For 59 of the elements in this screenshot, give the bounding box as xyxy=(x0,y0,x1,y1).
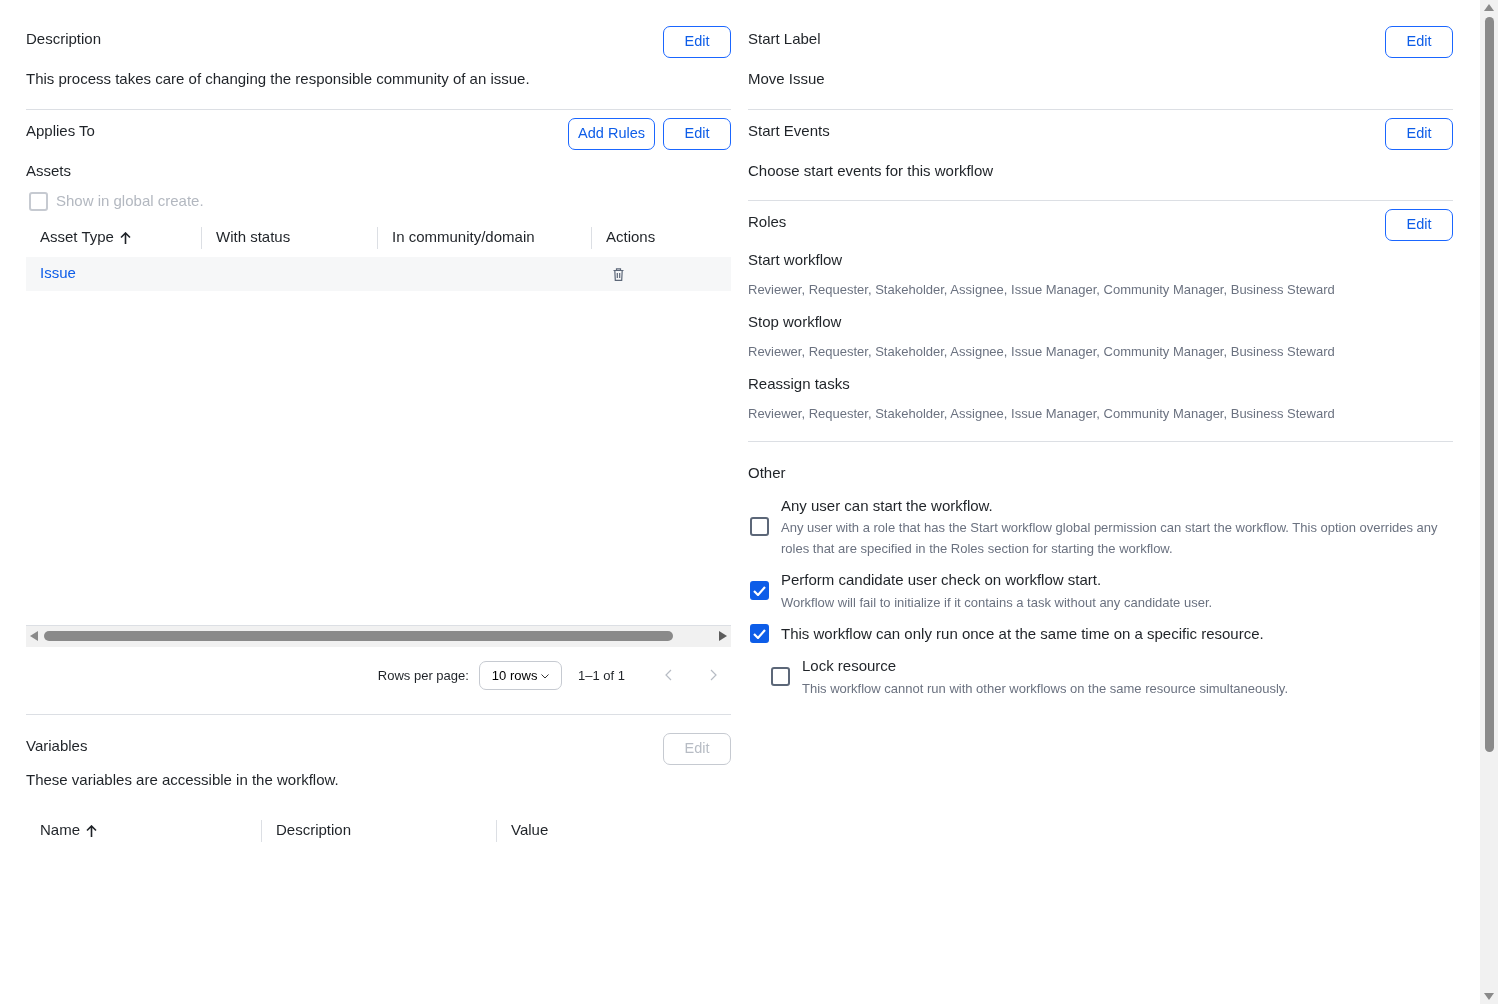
option-label: Lock resource xyxy=(802,656,898,676)
column-header[interactable]: With status xyxy=(216,226,291,249)
add-rules-button[interactable]: Add Rules xyxy=(568,117,655,150)
checkbox-label: Show in global create. xyxy=(56,191,204,211)
role-group-title: Reassign tasks xyxy=(748,374,851,394)
column-header[interactable]: Actions xyxy=(606,226,656,249)
scrollbar-thumb[interactable] xyxy=(44,631,673,641)
start-label-text: Move Issue xyxy=(748,69,826,89)
variables-text: These variables are accessible in the workflow. xyxy=(26,770,340,790)
rows-per-page-label: Rows per page: xyxy=(377,666,469,685)
section-title: Other xyxy=(748,463,786,483)
chevron-down-icon xyxy=(541,673,549,679)
scroll-right-icon[interactable] xyxy=(719,631,727,641)
section-title: Description xyxy=(26,29,102,49)
option-help: Workflow will fail to initialize if it contains a task without any candidate user. xyxy=(781,593,1213,612)
edit-button[interactable]: Edit xyxy=(663,26,731,58)
section-title: Variables xyxy=(26,736,88,756)
edit-button[interactable]: Edit xyxy=(1385,209,1453,241)
scroll-up-icon[interactable] xyxy=(1484,4,1494,11)
edit-button[interactable]: Edit xyxy=(1385,26,1453,58)
page-scrollbar[interactable] xyxy=(1480,0,1498,1004)
edit-button[interactable]: Edit xyxy=(1385,117,1453,150)
edit-button[interactable]: Edit xyxy=(663,117,731,150)
role-list: Reviewer, Requester, Stakeholder, Assignee, Issue Manager, Community Manager, Business Steward xyxy=(748,279,1453,299)
option-label: This workflow can only run once at the same time on a specific resource. xyxy=(781,623,1264,644)
checkbox[interactable] xyxy=(750,581,769,601)
column-header[interactable]: Description xyxy=(276,819,352,842)
rows-per-page-select[interactable]: 10 rows xyxy=(478,660,562,690)
horizontal-scrollbar[interactable] xyxy=(26,624,731,647)
role-list: Reviewer, Requester, Stakeholder, Assignee, Issue Manager, Community Manager, Business Steward xyxy=(748,341,1453,361)
option-help: Any user with a role that has the Start workflow global permission can start the workflow. This option overrides any roles that are specified in the Roles section for starting the workflow. xyxy=(781,519,1439,558)
option-label: Any user can start the workflow. xyxy=(781,495,994,516)
role-group-title: Start workflow xyxy=(748,250,844,270)
trash-icon[interactable] xyxy=(613,267,624,281)
page-range: 1–1 of 1 xyxy=(578,666,625,685)
option-help: This workflow cannot run with other workflows on the same resource simultaneously. xyxy=(802,679,1289,698)
scrollbar-thumb[interactable] xyxy=(1484,17,1494,752)
column-header[interactable]: Name xyxy=(40,819,80,842)
checkbox[interactable] xyxy=(750,624,769,644)
asset-type-link[interactable]: Issue xyxy=(40,264,76,282)
checkbox[interactable] xyxy=(771,667,790,687)
column-header[interactable]: In community/domain xyxy=(392,226,535,249)
section-title: Applies To xyxy=(26,120,95,141)
scroll-down-icon[interactable] xyxy=(1484,993,1494,1000)
checkbox[interactable] xyxy=(750,517,769,537)
section-title: Start Events xyxy=(748,120,830,141)
start-events-text: Choose start events for this workflow xyxy=(748,160,995,181)
sort-ascending-icon[interactable] xyxy=(119,231,131,244)
section-title: Start Label xyxy=(748,29,821,49)
scroll-left-icon[interactable] xyxy=(30,631,38,641)
section-title: Roles xyxy=(748,212,787,232)
column-header[interactable]: Value xyxy=(511,819,549,842)
role-group-title: Stop workflow xyxy=(748,312,843,332)
option-label: Perform candidate user check on workflow start. xyxy=(781,570,1103,590)
description-text: This process takes care of changing the responsible community of an issue. xyxy=(26,69,531,89)
role-list: Reviewer, Requester, Stakeholder, Assignee, Issue Manager, Community Manager, Business Steward xyxy=(748,403,1453,423)
sort-ascending-icon[interactable] xyxy=(86,824,97,837)
subsection-label: Assets xyxy=(26,160,72,181)
column-header[interactable]: Asset Type xyxy=(40,226,114,249)
